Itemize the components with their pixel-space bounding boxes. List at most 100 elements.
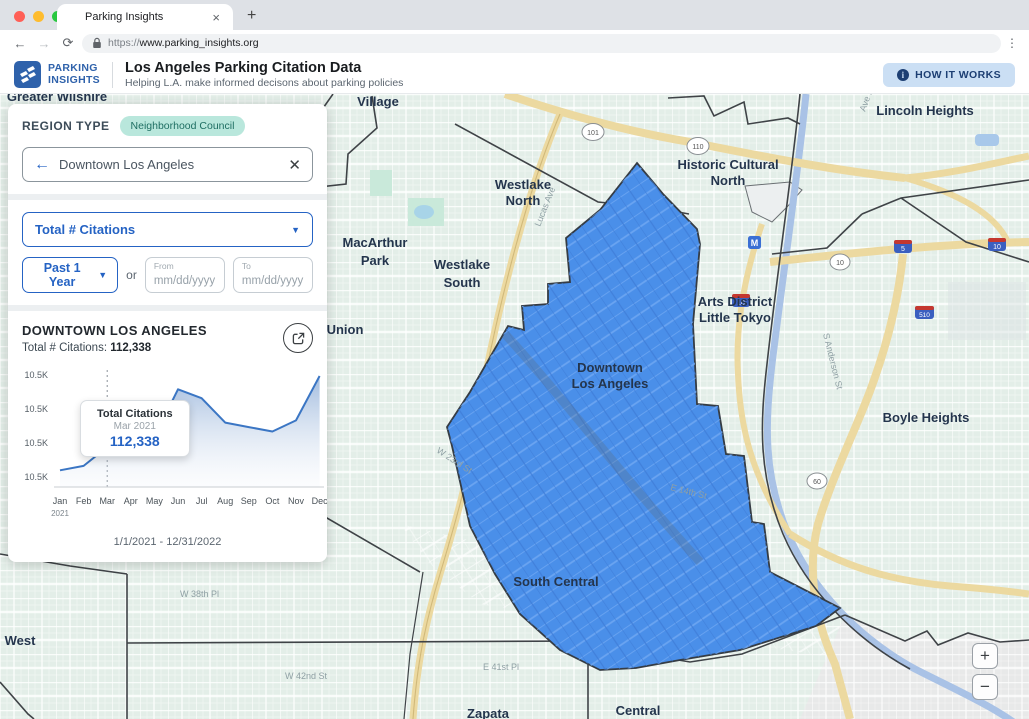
svg-text:W 38th Pl: W 38th Pl [180, 589, 219, 599]
time-preset-dropdown[interactable]: Past 1 Year ▼ [22, 257, 118, 293]
back-icon[interactable]: ← [10, 36, 30, 51]
x-tick-label: Jul [196, 496, 208, 506]
stats-total: Total # Citations: 112,338 [22, 342, 207, 354]
browser-tab[interactable]: Parking Insights × [57, 4, 233, 30]
to-date-field[interactable]: To [233, 257, 313, 293]
svg-text:510: 510 [919, 312, 930, 319]
from-date-input[interactable] [154, 275, 216, 287]
shield-101: 101 [582, 124, 604, 141]
address-bar[interactable]: https://www.parking_insights.org [82, 34, 1001, 53]
svg-text:Westlake: Westlake [495, 177, 551, 192]
region-type-badge[interactable]: Neighborhood Council [120, 116, 246, 136]
region-card: REGION TYPE Neighborhood Council ← ✕ [8, 104, 327, 194]
label-west: West [5, 633, 36, 648]
label-union: Union [327, 322, 364, 337]
metric-dropdown[interactable]: Total # Citations ▼ [22, 212, 313, 247]
page-subtitle: Helping L.A. make informed decisons abou… [125, 77, 403, 89]
to-date-input[interactable] [242, 275, 304, 287]
svg-text:W 42nd St: W 42nd St [285, 671, 328, 681]
zoom-in-button[interactable]: + [972, 643, 998, 669]
back-arrow-icon[interactable]: ← [34, 156, 50, 174]
map[interactable]: M 101 110 10 60 5 10 510 10 Lucas Ave Av… [0, 94, 1029, 719]
shield-110: 110 [687, 138, 709, 155]
or-label: or [126, 268, 137, 282]
label-zapata: Zapata [467, 706, 510, 719]
header-title-block: Los Angeles Parking Citation Data Helpin… [125, 60, 403, 89]
total-citations-value: 112,338 [110, 342, 151, 354]
window-controls[interactable] [14, 11, 63, 22]
stats-title: DOWNTOWN LOS ANGELES [22, 323, 207, 338]
shield-i5: 5 [894, 240, 912, 253]
shield-10: 10 [830, 254, 850, 270]
x-tick-label: Mar [99, 496, 115, 506]
svg-text:Historic Cultural: Historic Cultural [677, 157, 778, 172]
park-patch [370, 170, 392, 196]
label-central: Central [616, 703, 661, 718]
svg-text:101: 101 [587, 130, 599, 137]
map-zoom-controls: + − [972, 643, 998, 700]
y-tick: 10.5K [22, 404, 48, 414]
new-tab-button[interactable]: + [247, 7, 256, 30]
x-tick-label: Aug [217, 496, 233, 506]
svg-text:110: 110 [692, 144, 703, 151]
x-tick-label: Jan [53, 496, 68, 506]
svg-text:10: 10 [836, 260, 844, 267]
svg-text:Little Tokyo: Little Tokyo [699, 310, 771, 325]
reload-icon[interactable]: ⟳ [58, 35, 78, 51]
svg-text:M: M [751, 238, 759, 248]
svg-text:60: 60 [813, 479, 821, 486]
expand-chart-button[interactable] [283, 323, 313, 353]
tab-title: Parking Insights [85, 11, 209, 23]
parking-insights-logo [14, 61, 41, 88]
x-axis-year-label: 2021 [51, 509, 69, 518]
shield-i10b: 10 [988, 238, 1006, 251]
svg-text:E 41st Pl: E 41st Pl [483, 662, 519, 672]
region-search-input[interactable] [59, 157, 279, 172]
svg-text:Los Angeles: Los Angeles [572, 376, 649, 391]
x-axis: JanFebMarAprMayJunJulAugSepOctNovDec2021 [52, 496, 327, 526]
shield-60: 60 [807, 473, 827, 489]
svg-text:North: North [711, 173, 746, 188]
x-tick-label: Sep [241, 496, 257, 506]
x-tick-label: Nov [288, 496, 304, 506]
tab-close-icon[interactable]: × [209, 10, 223, 25]
filters-card: Total # Citations ▼ Past 1 Year ▼ or Fro… [8, 200, 327, 305]
zoom-out-button[interactable]: − [972, 674, 998, 700]
x-tick-label: Feb [76, 496, 92, 506]
app-header: PARKINGINSIGHTS Los Angeles Parking Cita… [0, 56, 1029, 94]
macarthur-lake [414, 205, 434, 219]
pond [975, 134, 999, 146]
chart-date-range: 1/1/2021 - 12/31/2022 [22, 536, 313, 550]
info-icon: i [897, 69, 909, 81]
browser-toolbar: ← → ⟳ https://www.parking_insights.org ⋮ [0, 30, 1029, 56]
label-downtown: Downtown [577, 360, 643, 375]
metro-station-icon: M [748, 236, 761, 249]
x-tick-label: Oct [265, 496, 279, 506]
label-boyle-heights: Boyle Heights [883, 410, 970, 425]
how-it-works-button[interactable]: i HOW IT WORKS [883, 63, 1015, 87]
clear-search-icon[interactable]: ✕ [288, 156, 301, 174]
close-window-button[interactable] [14, 11, 25, 22]
svg-text:5: 5 [901, 246, 905, 253]
region-type-label: REGION TYPE [22, 119, 110, 133]
minimize-window-button[interactable] [33, 11, 44, 22]
browser-menu-icon[interactable]: ⋮ [1005, 41, 1019, 45]
stats-card: DOWNTOWN LOS ANGELES Total # Citations: … [8, 311, 327, 562]
svg-text:MacArthur: MacArthur [342, 235, 407, 250]
label-south-central: South Central [513, 574, 598, 589]
lock-icon [92, 37, 102, 49]
from-date-field[interactable]: From [145, 257, 225, 293]
label-village: Village [357, 94, 399, 109]
x-tick-label: Dec [312, 496, 327, 506]
citations-chart[interactable]: 10.5K 10.5K 10.5K 10.5K JanFebMarAprMayJ… [22, 364, 313, 532]
y-tick: 10.5K [22, 370, 48, 380]
browser-tabstrip: Parking Insights × + [0, 0, 1029, 30]
forward-icon[interactable]: → [34, 36, 54, 51]
x-tick-label: May [146, 496, 163, 506]
page-title: Los Angeles Parking Citation Data [125, 60, 403, 76]
svg-text:North: North [506, 193, 541, 208]
region-search-box[interactable]: ← ✕ [22, 147, 313, 182]
svg-text:Park: Park [361, 253, 390, 268]
x-tick-label: Jun [171, 496, 186, 506]
svg-text:10: 10 [993, 244, 1001, 251]
